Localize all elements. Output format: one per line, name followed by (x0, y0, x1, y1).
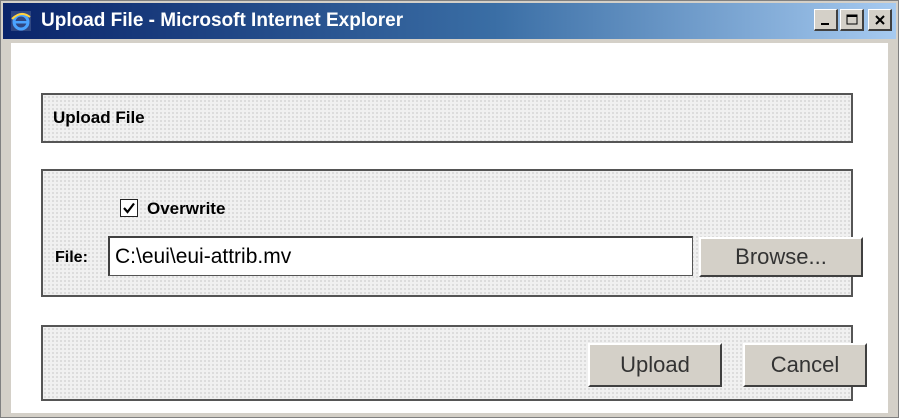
dialog-content: Upload File Overwrite File: Browse... Up… (11, 43, 888, 413)
overwrite-label: Overwrite (147, 199, 226, 218)
dialog-window: Upload File - Microsoft Internet Explore… (0, 0, 899, 418)
title-bar[interactable]: Upload File - Microsoft Internet Explore… (3, 3, 896, 39)
ie-icon (9, 9, 33, 33)
window-title: Upload File - Microsoft Internet Explore… (41, 10, 404, 31)
file-label: File: (55, 249, 88, 266)
upload-button[interactable]: Upload (588, 343, 722, 387)
file-path-input[interactable] (108, 236, 693, 276)
close-icon[interactable] (868, 9, 892, 31)
page-title: Upload File (53, 108, 145, 127)
cancel-button[interactable]: Cancel (743, 343, 867, 387)
overwrite-checkbox[interactable] (120, 199, 138, 217)
checkmark-icon (123, 202, 135, 214)
header-panel: Upload File (41, 93, 853, 143)
minimize-icon[interactable] (814, 9, 838, 31)
actions-panel: Upload Cancel (41, 325, 867, 401)
upload-form-panel: Overwrite File: Browse... (41, 169, 863, 297)
maximize-icon[interactable] (840, 9, 864, 31)
browse-button[interactable]: Browse... (699, 237, 863, 277)
window-controls (814, 9, 892, 31)
